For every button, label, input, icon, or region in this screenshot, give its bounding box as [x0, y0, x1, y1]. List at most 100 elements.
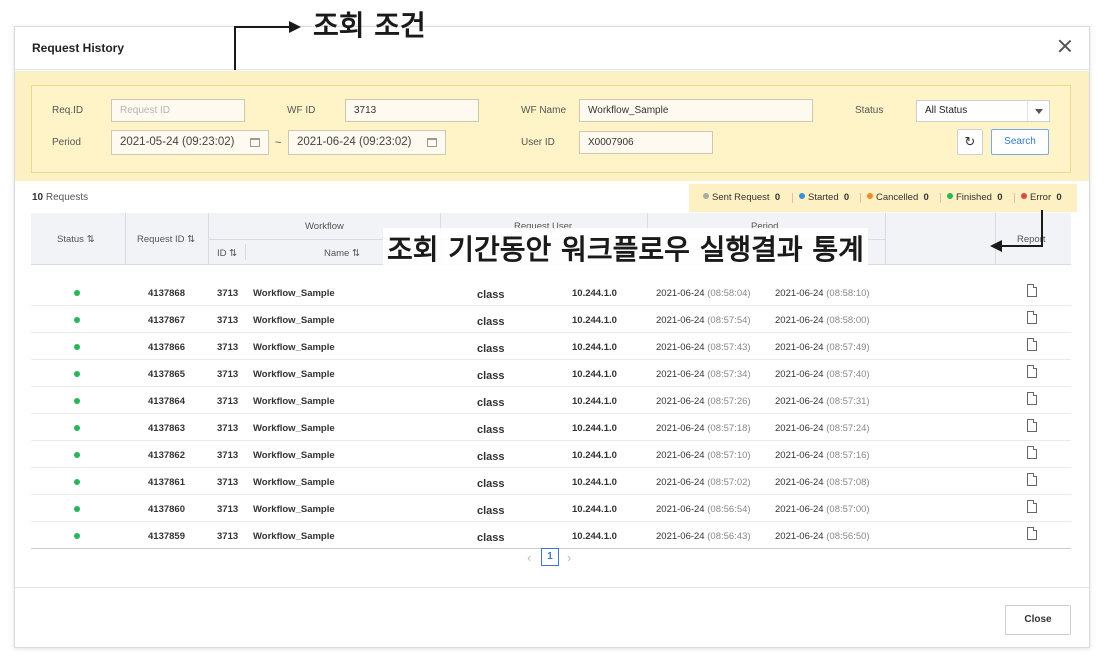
cell-wf-name: Workflow_Sample — [253, 423, 335, 434]
cell-ip: 10.244.1.0 — [572, 531, 617, 542]
end-date: 2021-06-24 — [775, 423, 824, 434]
header-request-id[interactable]: Request ID ⇅ — [137, 234, 195, 245]
cell-ip: 10.244.1.0 — [572, 423, 617, 434]
report-document-icon[interactable] — [1027, 365, 1037, 378]
refresh-button[interactable]: ↻ — [957, 129, 983, 155]
cell-start-time: 2021-06-24 (08:57:02) — [656, 477, 751, 488]
report-document-icon[interactable] — [1027, 473, 1037, 486]
cell-wf-name: Workflow_Sample — [253, 288, 335, 299]
sort-icon[interactable]: ⇅ — [352, 248, 360, 259]
legend-count: 0 — [843, 192, 850, 203]
header-status-label: Status — [57, 234, 84, 245]
wf-name-label: WF Name — [521, 105, 566, 116]
cell-start-time: 2021-06-24 (08:57:26) — [656, 396, 751, 407]
status-dot-icon — [74, 452, 80, 458]
report-document-icon[interactable] — [1027, 419, 1037, 432]
prev-page-icon[interactable]: ‹ — [527, 550, 531, 565]
end-time: (08:57:24) — [826, 423, 870, 434]
cell-wf-name: Workflow_Sample — [253, 450, 335, 461]
cell-request-id: 4137863 — [148, 423, 185, 434]
req-id-input[interactable] — [111, 99, 245, 122]
header-wf-name[interactable]: Name ⇅ — [324, 248, 360, 259]
legend-dot-icon — [1021, 193, 1027, 199]
table-row[interactable]: 4137864 3713 Workflow_Sample class 10.24… — [31, 387, 1071, 414]
period-to-input[interactable]: 2021-06-24 (09:23:02) — [288, 130, 446, 155]
table-row[interactable]: 4137863 3713 Workflow_Sample class 10.24… — [31, 414, 1071, 441]
end-time: (08:57:31) — [826, 396, 870, 407]
annotation-period-stats: 조회 기간동안 워크플로우 실행결과 통계 — [383, 228, 868, 268]
report-document-icon[interactable] — [1027, 446, 1037, 459]
header-wf-id[interactable]: ID ⇅ — [217, 248, 237, 259]
cell-wf-id: 3713 — [217, 531, 239, 542]
header-divider — [245, 244, 246, 260]
cell-user: class — [477, 316, 505, 328]
start-time: (08:57:34) — [707, 369, 751, 380]
report-document-icon[interactable] — [1027, 311, 1037, 324]
user-id-input[interactable] — [579, 131, 713, 154]
end-date: 2021-06-24 — [775, 531, 824, 542]
sort-icon[interactable]: ⇅ — [187, 234, 195, 245]
calendar-icon — [250, 138, 260, 147]
status-dot-icon — [74, 371, 80, 377]
end-date: 2021-06-24 — [775, 504, 824, 515]
end-time: (08:57:40) — [826, 369, 870, 380]
arrow-left-icon — [990, 240, 1002, 252]
legend-count: 0 — [923, 192, 929, 203]
report-document-icon[interactable] — [1027, 500, 1037, 513]
sort-icon[interactable]: ⇅ — [87, 234, 95, 245]
status-dot-icon — [74, 425, 80, 431]
end-time: (08:58:10) — [826, 288, 870, 299]
period-from-input[interactable]: 2021-05-24 (09:23:02) — [111, 130, 269, 155]
header-status[interactable]: Status ⇅ — [57, 234, 95, 245]
table-row[interactable]: 4137859 3713 Workflow_Sample class 10.24… — [31, 522, 1071, 549]
table-row[interactable]: 4137865 3713 Workflow_Sample class 10.24… — [31, 360, 1071, 387]
end-time: (08:58:00) — [826, 315, 870, 326]
page-button-current[interactable]: 1 — [541, 548, 559, 566]
wf-name-input[interactable] — [579, 99, 813, 122]
report-document-icon[interactable] — [1027, 284, 1037, 297]
table-row[interactable]: 4137862 3713 Workflow_Sample class 10.24… — [31, 441, 1071, 468]
request-count-number: 10 — [32, 192, 44, 203]
table-row[interactable]: 4137860 3713 Workflow_Sample class 10.24… — [31, 495, 1071, 522]
cell-request-id: 4137860 — [148, 504, 185, 515]
legend-finished: Finished 0 — [947, 192, 1003, 203]
cell-start-time: 2021-06-24 (08:57:54) — [656, 315, 751, 326]
start-date: 2021-06-24 — [656, 288, 705, 299]
end-time: (08:57:49) — [826, 342, 870, 353]
status-dot-icon — [74, 317, 80, 323]
annotation-arrow-line — [1041, 210, 1043, 246]
request-history-modal: Request History Req.ID WF ID WF Name Sta… — [14, 26, 1090, 648]
cell-wf-name: Workflow_Sample — [253, 342, 335, 353]
status-dot-icon — [74, 344, 80, 350]
cell-wf-id: 3713 — [217, 315, 239, 326]
start-date: 2021-06-24 — [656, 423, 705, 434]
cell-wf-id: 3713 — [217, 477, 239, 488]
sort-icon[interactable]: ⇅ — [229, 248, 237, 259]
cell-request-id: 4137867 — [148, 315, 185, 326]
start-time: (08:58:04) — [707, 288, 751, 299]
start-time: (08:57:10) — [707, 450, 751, 461]
cell-start-time: 2021-06-24 (08:57:43) — [656, 342, 751, 353]
status-dot-icon — [74, 290, 80, 296]
cell-user: class — [477, 397, 505, 409]
table-row[interactable]: 4137866 3713 Workflow_Sample class 10.24… — [31, 333, 1071, 360]
user-id-label: User ID — [521, 137, 555, 148]
table-row[interactable]: 4137861 3713 Workflow_Sample class 10.24… — [31, 468, 1071, 495]
table-row[interactable]: 4137867 3713 Workflow_Sample class 10.24… — [31, 306, 1071, 333]
cell-wf-name: Workflow_Sample — [253, 531, 335, 542]
end-time: (08:56:50) — [826, 531, 870, 542]
cell-request-id: 4137859 — [148, 531, 185, 542]
status-select[interactable]: All Status — [916, 100, 1050, 122]
search-button[interactable]: Search — [991, 129, 1049, 155]
legend-error: Error 0 — [1021, 192, 1062, 203]
next-page-icon[interactable]: › — [567, 550, 571, 565]
table-row[interactable]: 4137868 3713 Workflow_Sample class 10.24… — [31, 279, 1071, 306]
cell-wf-id: 3713 — [217, 396, 239, 407]
close-icon[interactable] — [1057, 38, 1073, 54]
report-document-icon[interactable] — [1027, 392, 1037, 405]
legend-count: 0 — [1056, 192, 1062, 203]
close-button[interactable]: Close — [1005, 605, 1071, 635]
report-document-icon[interactable] — [1027, 527, 1037, 540]
report-document-icon[interactable] — [1027, 338, 1037, 351]
wf-id-input[interactable] — [345, 99, 479, 122]
